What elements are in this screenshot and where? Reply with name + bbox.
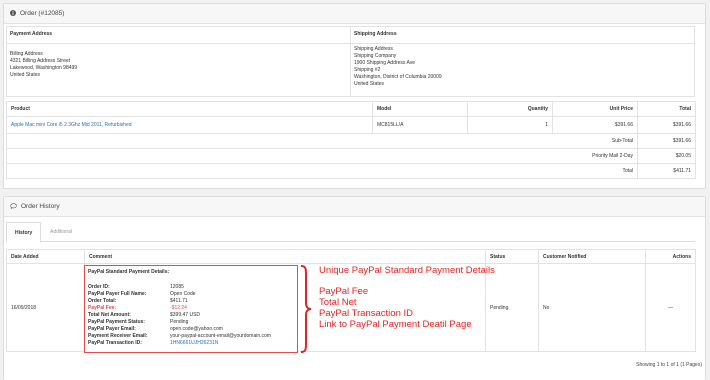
detail-key: Payment Receiver Email: — [88, 333, 148, 339]
paypal-details-box: PayPal Standard Payment Details: Order I… — [84, 265, 298, 353]
history-panel-heading: Order History — [4, 197, 705, 217]
detail-row: PayPal Payment Status: Pending — [88, 319, 294, 326]
annotation-item: PayPal Transaction ID — [319, 308, 413, 319]
detail-row: PayPal Payer Full Name: Open Code — [88, 291, 294, 298]
col-unit-price: Unit Price — [552, 101, 638, 117]
detail-row: Order ID: 12085 — [88, 284, 294, 291]
product-model: MC815LL/A — [372, 116, 468, 134]
col-model: Model — [372, 101, 468, 117]
col-quantity: Quantity — [467, 101, 553, 117]
address-table: Payment Address Shipping Address Billing… — [6, 26, 695, 97]
col-comment: Comment — [84, 249, 486, 264]
tab-additional[interactable]: Additional — [42, 222, 80, 242]
detail-value: Open Code — [170, 291, 196, 297]
subtotal-value: $391.66 — [637, 133, 696, 149]
order-panel-heading: Order (#12085) — [4, 4, 705, 24]
detail-key: PayPal Payment Status: — [88, 319, 145, 325]
payment-address-header: Payment Address — [6, 26, 351, 44]
history-tabs: History Additional — [6, 222, 695, 243]
product-link[interactable]: Apple Mac mini Core i5 2.3Ghz Mid 2011, … — [6, 116, 373, 134]
history-date: 16/09/2018 — [6, 263, 85, 352]
detail-value: your-paypal-account-email@yourdomain.com — [170, 333, 271, 339]
detail-value: $399.47 USD — [170, 312, 201, 318]
payment-address: Billing Address 4321 Billing Address Str… — [6, 43, 351, 97]
detail-key: Total Net Amount: — [88, 312, 131, 318]
col-customer-notified: Customer Notified — [538, 249, 646, 264]
history-notified: No — [538, 263, 646, 352]
annotation-item: PayPal Fee — [319, 286, 369, 297]
totals-row: Total $411.71 — [6, 163, 696, 179]
detail-value: -$12.24 — [170, 305, 187, 311]
address-line: Lakewood, Washington 98499 — [10, 65, 78, 71]
detail-value: 12085 — [170, 284, 184, 290]
detail-row: Total Net Amount: $399.47 USD — [88, 312, 294, 319]
detail-row: PayPal Transaction ID: 1HN6661UJH26231N — [88, 340, 294, 347]
address-line: Shipping #2 — [354, 67, 381, 73]
detail-key: PayPal Fee: — [88, 305, 117, 311]
pagination-text: Showing 1 to 1 of 1 (1 Pages) — [636, 362, 702, 368]
product-unit-price: $391.66 — [552, 116, 638, 134]
detail-key: PayPal Transaction ID: — [88, 340, 142, 346]
transaction-id-link[interactable]: 1HN6661UJH26231N — [170, 340, 294, 347]
detail-row-fee: PayPal Fee: -$12.24 — [88, 305, 294, 312]
detail-row: PayPal Payer Email: open.code@yahoo.com — [88, 326, 294, 333]
order-title: Order (#12085) — [20, 10, 65, 17]
totals-row: Sub-Total $391.66 — [6, 133, 696, 149]
history-status: Pending — [485, 263, 539, 352]
comment-icon — [10, 202, 17, 211]
totals-row: Priority Mail 2-Day $20.05 — [6, 148, 696, 164]
product-quantity: 1 — [467, 116, 553, 134]
detail-value: open.code@yahoo.com — [170, 326, 223, 332]
address-line: 4321 Billing Address Street — [10, 58, 71, 64]
address-line: United States — [354, 81, 385, 87]
tab-history[interactable]: History — [6, 222, 42, 243]
address-line: Washington, District of Columbia 20009 — [354, 74, 442, 80]
address-line: Billing Address — [10, 51, 43, 57]
detail-row: Payment Receiver Email: your-paypal-accou… — [88, 333, 294, 340]
table-row: Apple Mac mini Core i5 2.3Ghz Mid 2011, … — [6, 116, 696, 134]
shipping-label: Priority Mail 2-Day — [6, 148, 638, 164]
product-table: Product Model Quantity Unit Price Total … — [6, 101, 696, 179]
address-line: Shipping Company — [354, 53, 397, 59]
col-status: Status — [485, 249, 539, 264]
shipping-value: $20.05 — [637, 148, 696, 164]
detail-key: PayPal Payer Email: — [88, 326, 136, 332]
annotation-heading: Unique PayPal Standard Payment Details — [319, 265, 495, 276]
shipping-address: Shipping Address Shipping Company 1900 S… — [350, 43, 695, 97]
detail-key: Order ID: — [88, 284, 110, 290]
history-title: Order History — [21, 203, 60, 210]
paypal-details-title: PayPal Standard Payment Details: — [88, 269, 170, 275]
subtotal-label: Sub-Total — [6, 133, 638, 149]
col-actions: Actions — [645, 249, 696, 264]
curly-brace-icon — [300, 265, 312, 353]
col-date-added: Date Added — [6, 249, 85, 264]
total-label: Total — [6, 163, 638, 179]
total-value: $411.71 — [637, 163, 696, 179]
detail-key: Order Total: — [88, 298, 117, 304]
col-total: Total — [637, 101, 696, 117]
annotation-item: Link to PayPal Payment Deatil Page — [319, 319, 472, 330]
history-actions: — — [645, 263, 696, 352]
detail-key: PayPal Payer Full Name: — [88, 291, 147, 297]
detail-row: Order Total: $411.71 — [88, 298, 294, 305]
address-line: 1900 Shipping Address Ave — [354, 60, 416, 66]
address-line: Shipping Address — [354, 46, 393, 52]
col-product: Product — [6, 101, 373, 117]
product-total: $391.66 — [637, 116, 696, 134]
address-line: United States — [10, 72, 41, 78]
shipping-address-header: Shipping Address — [350, 26, 695, 44]
detail-value: $411.71 — [170, 298, 188, 304]
info-circle-icon — [10, 9, 16, 18]
annotation-item: Total Net — [319, 297, 357, 308]
detail-value: Pending — [170, 319, 189, 325]
